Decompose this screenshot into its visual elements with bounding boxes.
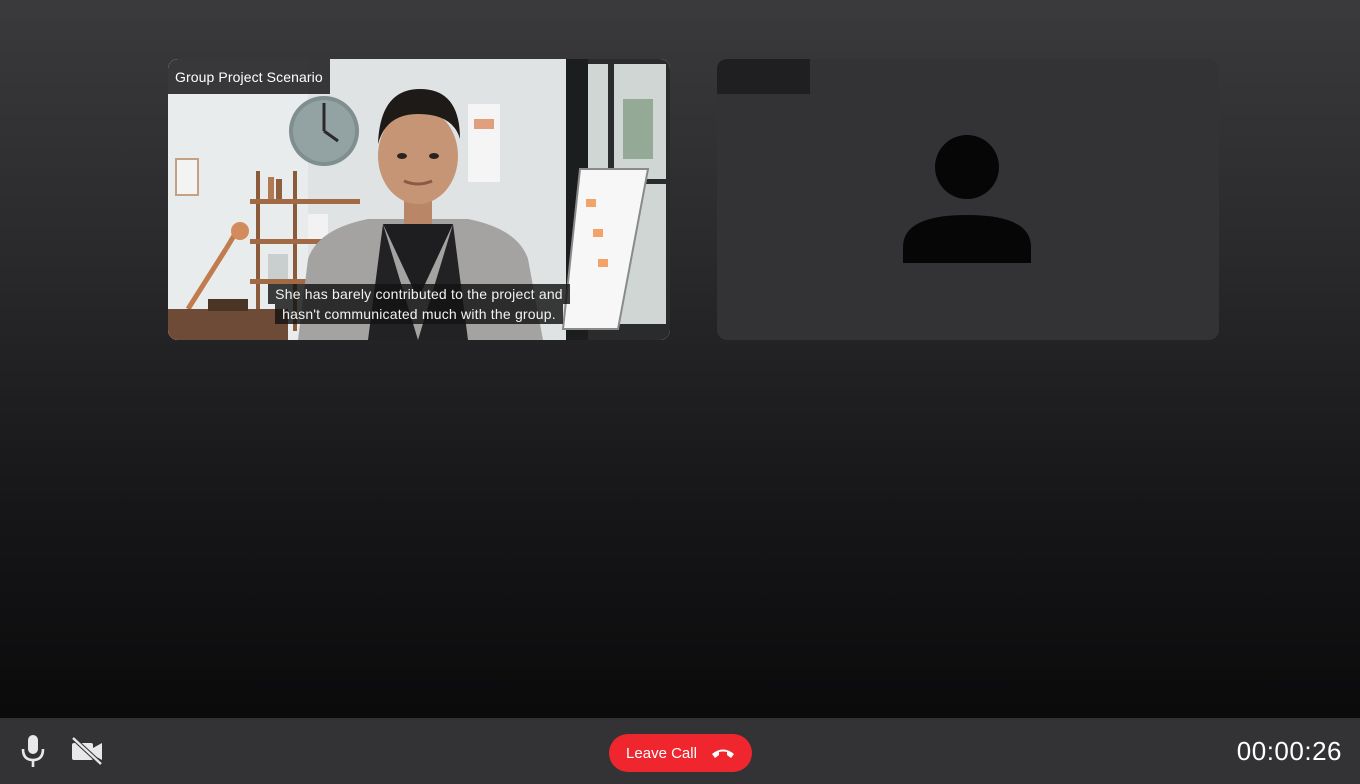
microphone-button[interactable] bbox=[16, 734, 50, 768]
hang-up-icon bbox=[711, 749, 734, 758]
participant-name-label bbox=[717, 59, 810, 94]
leave-call-button[interactable]: Leave Call bbox=[609, 734, 752, 772]
avatar-placeholder-icon bbox=[903, 135, 1031, 263]
participant-name: Group Project Scenario bbox=[175, 68, 323, 85]
call-control-bar: Leave Call 00:00:26 bbox=[0, 718, 1360, 784]
caption-line-1: She has barely contributed to the projec… bbox=[268, 284, 570, 304]
camera-toggle-button[interactable] bbox=[70, 734, 104, 768]
camera-off-icon bbox=[71, 736, 103, 766]
leave-call-label: Leave Call bbox=[626, 744, 697, 762]
participant-name-label: Group Project Scenario bbox=[168, 59, 330, 94]
caption-line-2: hasn't communicated much with the group. bbox=[275, 304, 563, 324]
participant-tile-video[interactable]: Group Project Scenario She has barely co… bbox=[168, 59, 670, 340]
call-timer: 00:00:26 bbox=[1236, 736, 1342, 766]
microphone-icon bbox=[21, 735, 45, 767]
participant-tile-self[interactable] bbox=[717, 59, 1219, 340]
live-caption: She has barely contributed to the projec… bbox=[168, 284, 670, 324]
call-stage: Group Project Scenario She has barely co… bbox=[0, 0, 1360, 718]
